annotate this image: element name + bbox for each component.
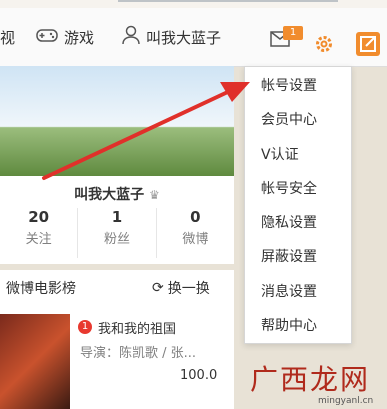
watermark-logo: 广西龙网	[250, 363, 371, 396]
red-arrow-annotation	[42, 82, 250, 180]
watermark-url: mingyanl.cn	[318, 396, 374, 406]
